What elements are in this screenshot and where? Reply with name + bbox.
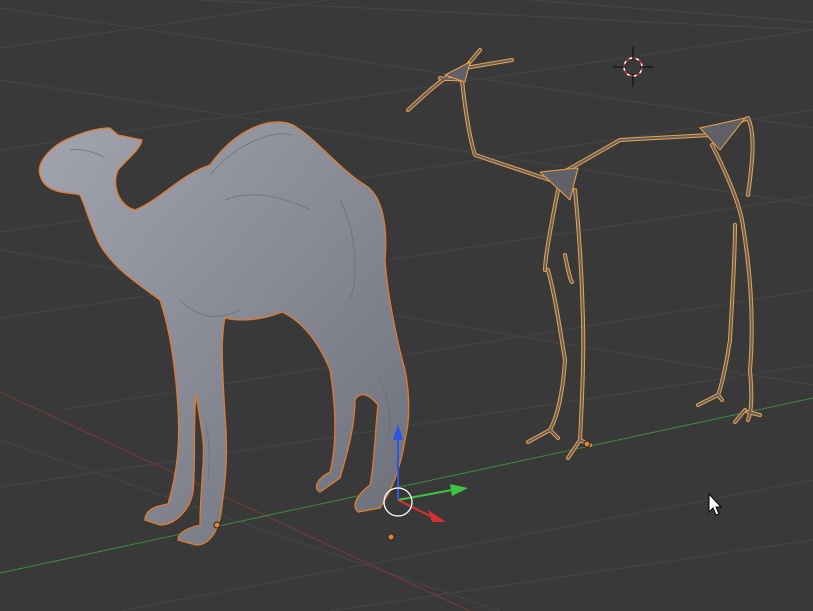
camel-mesh[interactable] bbox=[38, 121, 410, 546]
floor-grid bbox=[0, 0, 813, 611]
object-origin-icon[interactable] bbox=[213, 521, 221, 529]
mouse-pointer-icon bbox=[708, 492, 723, 516]
object-origin-icon[interactable] bbox=[387, 533, 395, 541]
object-origin-icon[interactable] bbox=[583, 440, 591, 448]
camel-skeleton[interactable] bbox=[406, 48, 762, 460]
3d-cursor-icon[interactable] bbox=[613, 47, 653, 87]
3d-viewport[interactable] bbox=[0, 0, 813, 611]
